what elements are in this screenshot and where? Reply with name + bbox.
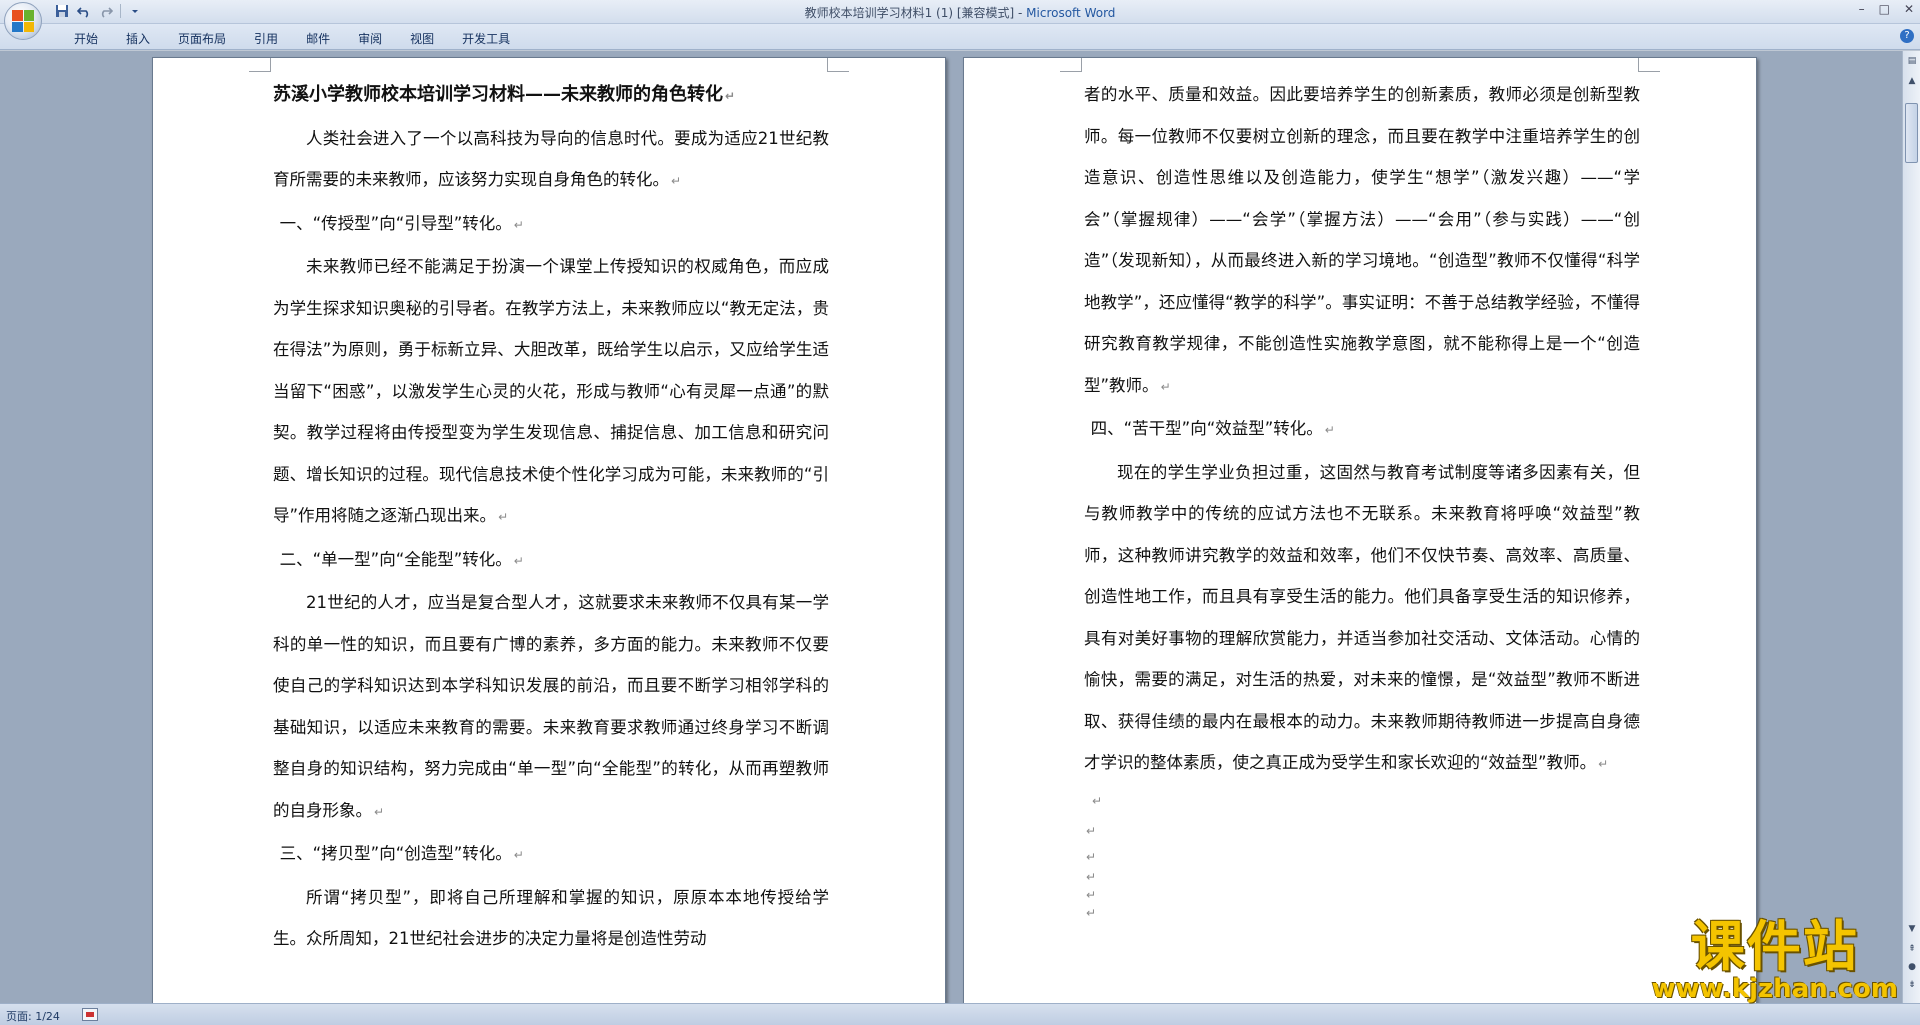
paragraph: 所谓“拷贝型”，即将自己所理解和掌握的知识，原原本本地传授给学生。众所周知，21… [273, 887, 829, 949]
window-controls: – □ ✕ [1859, 2, 1914, 16]
window-title: 教师校本培训学习材料1 (1) [兼容模式] - Microsoft Word [0, 4, 1920, 21]
office-logo-icon [12, 10, 34, 32]
document-page-right[interactable]: 者的水平、质量和效益。因此要培养学生的创新素质，教师必须是创新型教师。每一位教师… [963, 57, 1757, 1003]
status-bar: 页面: 1/24 [0, 1003, 1920, 1025]
paragraph: 现在的学生学业负担过重，这固然与教育考试制度等诸多因素有关，但与教师教学中的传统… [1084, 462, 1640, 773]
paragraph-mark: ↵ [1324, 423, 1335, 437]
scroll-thumb[interactable] [1905, 103, 1918, 163]
document-workspace[interactable]: 苏溪小学教师校本培训学习材料——未来教师的角色转化 ↵ 人类社会进入了一个以高科技… [0, 51, 1902, 1003]
tab-page-layout[interactable]: 页面布局 [164, 30, 240, 47]
scroll-down-icon[interactable]: ▼ [1904, 921, 1920, 937]
paragraph-mark: ↵ [513, 848, 524, 862]
close-button[interactable]: ✕ [1904, 2, 1914, 16]
maximize-button[interactable]: □ [1879, 2, 1890, 16]
paragraph-mark: ↵ [513, 553, 524, 568]
crop-mark [827, 58, 849, 72]
vertical-scrollbar[interactable]: ▤ ▲ ▼ ⇞ ● ⇟ [1902, 51, 1920, 1003]
paragraph: 人类社会进入了一个以高科技为导向的信息时代。要成为适应21世纪教育所需要的未来教… [273, 128, 829, 190]
proofing-icon[interactable] [82, 1008, 98, 1021]
paragraph: 未来教师已经不能满足于扮演一个课堂上传授知识的权威角色，而应成为学生探求知识奥秘… [273, 257, 829, 525]
section-heading: 二、“单一型”向“全能型”转化。 ↵ [279, 549, 524, 569]
crop-mark [249, 58, 271, 72]
paragraph-mark: ↵ [1160, 379, 1171, 394]
paragraph-mark: ↵ [725, 89, 736, 103]
paragraph: 者的水平、质量和效益。因此要培养学生的创新素质，教师必须是创新型教师。每一位教师… [1084, 85, 1640, 395]
ribbon-tabs-bar: 开始 插入 页面布局 引用 邮件 审阅 视图 开发工具 ? [0, 24, 1920, 50]
document-heading: 苏溪小学教师校本培训学习材料——未来教师的角色转化 ↵ [273, 84, 736, 105]
previous-page-icon[interactable]: ⇞ [1904, 941, 1920, 957]
tab-mailings[interactable]: 邮件 [292, 30, 344, 47]
tab-references[interactable]: 引用 [240, 30, 292, 47]
tab-view[interactable]: 视图 [396, 30, 448, 47]
scroll-up-icon[interactable]: ▲ [1904, 73, 1920, 89]
section-heading: 三、“拷贝型”向“创造型”转化。 ↵ [279, 844, 524, 863]
help-icon[interactable]: ? [1900, 29, 1914, 43]
document-title: 教师校本培训学习材料1 (1) [兼容模式] - [804, 6, 1027, 20]
paragraph-mark: ↵ [1598, 757, 1609, 771]
page-text-left[interactable]: 苏溪小学教师校本培训学习材料——未来教师的角色转化 ↵ 人类社会进入了一个以高科技… [273, 74, 829, 960]
minimize-button[interactable]: – [1859, 2, 1865, 16]
title-bar: 教师校本培训学习材料1 (1) [兼容模式] - Microsoft Word … [0, 0, 1920, 24]
next-page-icon[interactable]: ⇟ [1904, 977, 1920, 993]
select-browse-object-icon[interactable]: ● [1904, 959, 1920, 975]
app-name: Microsoft Word [1026, 6, 1116, 20]
empty-paragraph: ↵ [1092, 793, 1103, 808]
office-button[interactable] [4, 2, 42, 40]
paragraph-mark: ↵ [671, 174, 682, 188]
empty-paragraph: ↵ [1086, 905, 1097, 920]
watermark-text: 课件站 [1690, 915, 1859, 978]
paragraph-mark: ↵ [513, 217, 524, 232]
tab-insert[interactable]: 插入 [112, 30, 164, 47]
section-heading: 四、“苦干型”向“效益型”转化。 ↵ [1090, 419, 1335, 438]
watermark-logo: 课件站 www.kjzhan.com [1651, 915, 1898, 1004]
page-text-right[interactable]: 者的水平、质量和效益。因此要培养学生的创新素质，教师必须是创新型教师。每一位教师… [1084, 74, 1640, 922]
paragraph: 21世纪的人才，应当是复合型人才，这就要求未来教师不仅具有某一学科的单一性的知识… [273, 593, 829, 820]
empty-paragraph: ↵ [1086, 887, 1097, 902]
document-page-left[interactable]: 苏溪小学教师校本培训学习材料——未来教师的角色转化 ↵ 人类社会进入了一个以高科技… [152, 57, 946, 1003]
tab-home[interactable]: 开始 [60, 30, 112, 47]
empty-paragraph: ↵ [1086, 849, 1097, 864]
paragraph-mark: ↵ [498, 510, 509, 524]
tab-review[interactable]: 审阅 [344, 30, 396, 47]
crop-mark [1638, 58, 1660, 72]
ruler-toggle-icon[interactable]: ▤ [1904, 53, 1920, 69]
empty-paragraph: ↵ [1086, 823, 1097, 838]
tab-developer[interactable]: 开发工具 [448, 30, 524, 47]
ribbon-tabs: 开始 插入 页面布局 引用 邮件 审阅 视图 开发工具 [60, 30, 524, 47]
section-heading: 一、“传授型”向“引导型”转化。 ↵ [279, 213, 524, 233]
paragraph-mark: ↵ [374, 804, 385, 819]
empty-paragraph: ↵ [1086, 869, 1097, 884]
page-count[interactable]: 页面: 1/24 [6, 1008, 60, 1024]
watermark-url: www.kjzhan.com [1651, 974, 1898, 1004]
crop-mark [1060, 58, 1082, 72]
